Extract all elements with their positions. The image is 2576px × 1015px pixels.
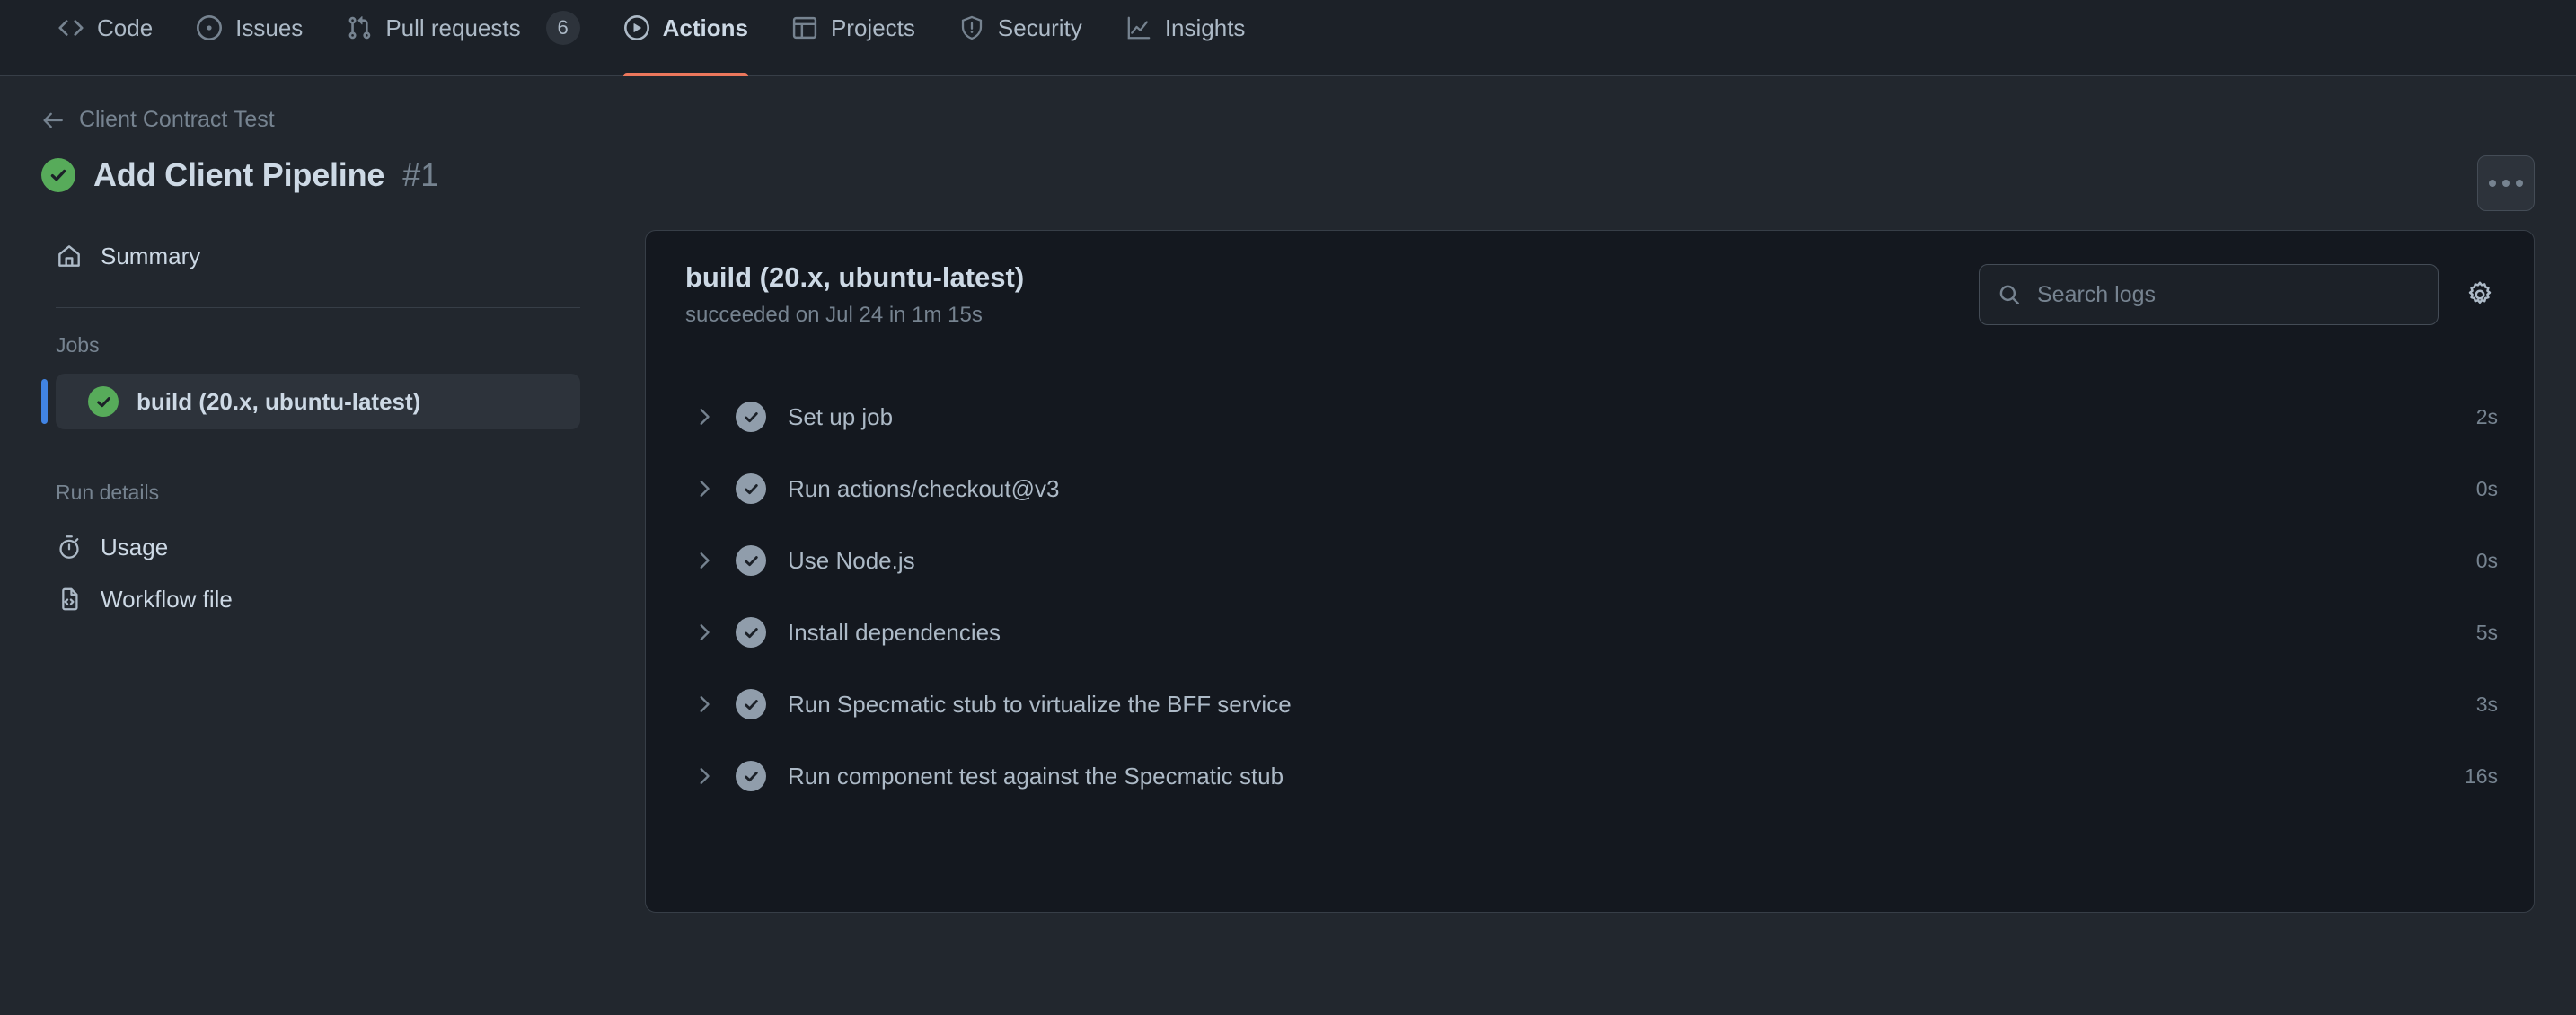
step-row[interactable]: Use Node.js 0s [685,525,2498,596]
check-circle-icon [736,761,766,791]
sidebar-item-summary-label: Summary [101,243,200,270]
run-number: #1 [402,156,438,194]
check-circle-icon [736,617,766,648]
step-duration: 0s [2476,477,2498,501]
step-row[interactable]: Run actions/checkout@v3 0s [685,453,2498,525]
step-name: Run component test against the Specmatic… [788,763,2465,790]
run-sidebar: Summary Jobs build (20.x, ubuntu-latest)… [41,230,645,625]
step-duration: 0s [2476,549,2498,573]
step-name: Run actions/checkout@v3 [788,475,2476,503]
step-row[interactable]: Run component test against the Specmatic… [685,740,2498,812]
sidebar-section-run-details: Run details [41,481,595,505]
step-name: Install dependencies [788,619,2476,647]
nav-item-projects-label: Projects [831,16,915,40]
nav-item-insights-label: Insights [1165,16,1246,40]
job-card-header: build (20.x, ubuntu-latest) succeeded on… [646,231,2534,357]
step-name: Use Node.js [788,547,2476,575]
chevron-right-icon[interactable] [685,406,723,428]
step-name: Run Specmatic stub to virtualize the BFF… [788,691,2476,719]
nav-item-projects[interactable]: Projects [770,0,937,75]
table-icon [791,14,818,41]
run-body: Summary Jobs build (20.x, ubuntu-latest)… [0,194,2576,913]
sidebar-section-jobs: Jobs [41,333,595,357]
sidebar-item-usage[interactable]: Usage [41,521,595,573]
more-options-button[interactable] [2477,155,2535,211]
repository-nav: Code Issues Pull requests 6 Actions Proj… [0,0,2576,76]
chevron-right-icon[interactable] [685,765,723,787]
stopwatch-icon [56,534,83,560]
sidebar-item-job-build-label: build (20.x, ubuntu-latest) [137,388,420,416]
sidebar-item-usage-label: Usage [101,534,168,561]
nav-item-code[interactable]: Code [36,0,174,75]
arrow-left-icon [41,109,65,132]
chevron-right-icon[interactable] [685,478,723,499]
shield-icon [958,14,985,41]
job-steps-list: Set up job 2s Run actions/checkout@v3 0s [646,357,2534,848]
nav-item-pull-requests-label: Pull requests [385,16,520,40]
code-icon [57,14,84,41]
page-title: Add Client Pipeline [93,156,384,194]
sidebar-divider-1 [56,307,580,308]
kebab-dot [2516,180,2523,187]
step-row[interactable]: Set up job 2s [685,381,2498,453]
step-duration: 5s [2476,621,2498,645]
job-header-actions [1979,264,2498,325]
nav-item-security[interactable]: Security [937,0,1104,75]
kebab-dot [2502,180,2510,187]
nav-item-issues-label: Issues [235,16,303,40]
step-duration: 3s [2476,693,2498,717]
search-input[interactable] [2037,282,2420,308]
breadcrumb-label: Client Contract Test [79,107,275,133]
sidebar-item-workflow-file-label: Workflow file [101,586,233,613]
nav-item-actions[interactable]: Actions [602,0,770,75]
git-pull-request-icon [346,14,373,41]
check-circle-icon [736,689,766,719]
sidebar-item-summary[interactable]: Summary [41,230,595,282]
search-logs-box[interactable] [1979,264,2439,325]
play-circle-icon [623,14,650,41]
chevron-right-icon[interactable] [685,550,723,571]
job-log-card: build (20.x, ubuntu-latest) succeeded on… [645,230,2535,913]
chevron-right-icon[interactable] [685,622,723,643]
nav-item-pull-requests[interactable]: Pull requests 6 [324,0,601,75]
step-duration: 2s [2476,405,2498,429]
home-icon [56,243,83,269]
chevron-right-icon[interactable] [685,693,723,715]
nav-item-security-label: Security [998,16,1082,40]
job-header-text: build (20.x, ubuntu-latest) succeeded on… [685,261,1024,328]
job-title: build (20.x, ubuntu-latest) [685,261,1024,294]
check-circle-icon [736,473,766,504]
nav-item-insights[interactable]: Insights [1104,0,1267,75]
step-duration: 16s [2465,764,2498,789]
sidebar-item-workflow-file[interactable]: Workflow file [41,573,595,625]
check-circle-success-icon [41,158,75,192]
breadcrumb[interactable]: Client Contract Test [41,107,275,133]
step-row[interactable]: Install dependencies 5s [685,596,2498,668]
search-icon [1998,283,2021,306]
check-circle-success-icon [88,386,119,417]
pull-requests-count-badge: 6 [546,11,580,45]
nav-item-issues[interactable]: Issues [174,0,324,75]
file-code-icon [56,586,83,613]
graph-icon [1125,14,1152,41]
nav-item-actions-label: Actions [663,16,748,40]
run-title-row: Add Client Pipeline #1 [41,156,2535,194]
sidebar-item-job-build[interactable]: build (20.x, ubuntu-latest) [56,374,580,429]
run-page-header: Client Contract Test Add Client Pipeline… [0,76,2576,194]
nav-item-code-label: Code [97,16,153,40]
check-circle-icon [736,402,766,432]
issue-opened-icon [196,14,223,41]
job-status-subtitle: succeeded on Jul 24 in 1m 15s [685,303,1024,328]
check-circle-icon [736,545,766,576]
step-row[interactable]: Run Specmatic stub to virtualize the BFF… [685,668,2498,740]
step-name: Set up job [788,403,2476,431]
gear-icon[interactable] [2462,277,2498,313]
kebab-dot [2489,180,2496,187]
